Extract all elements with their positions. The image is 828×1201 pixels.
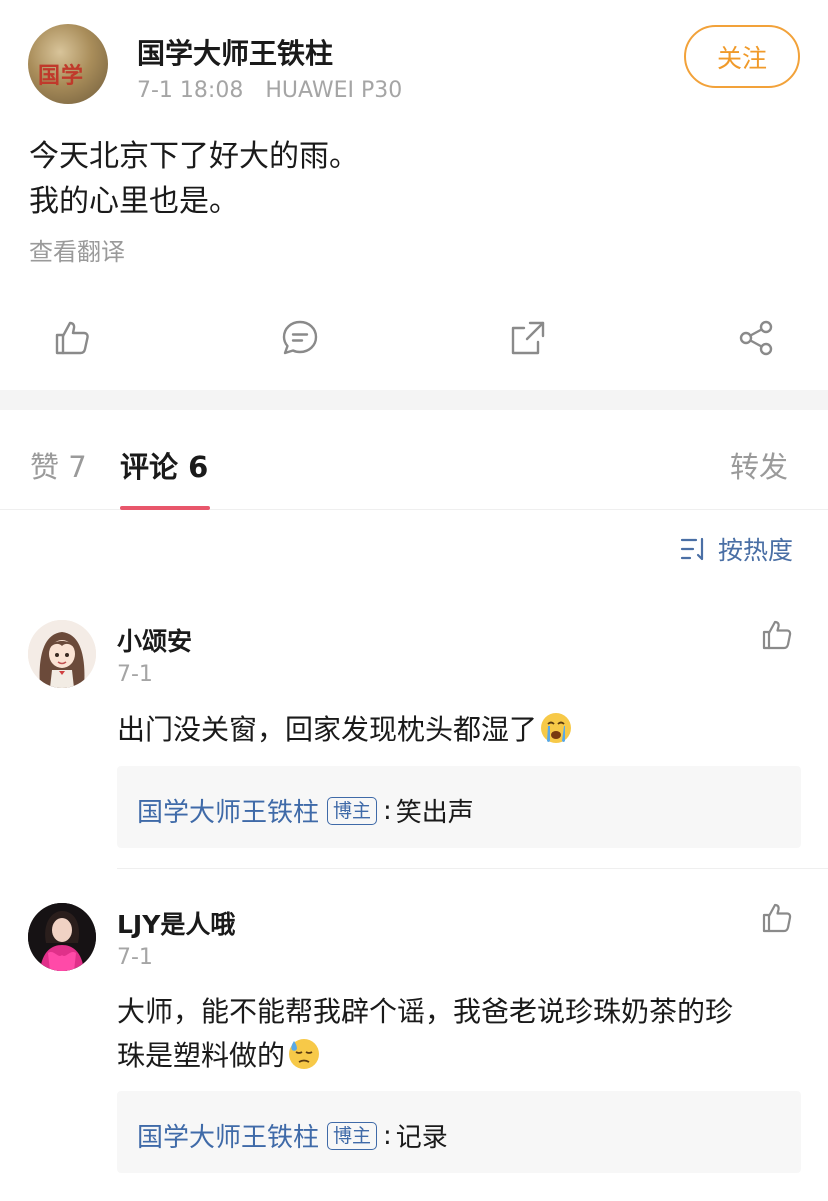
- commenter-name[interactable]: LJY是人哦: [117, 905, 235, 941]
- reply-author[interactable]: 国学大师王铁柱: [137, 1117, 319, 1154]
- comment-text-line: 珠是塑料做的: [117, 1034, 801, 1078]
- reply-text: 记录: [395, 1123, 448, 1153]
- interaction-tabs: 赞 7 评论 6 转发: [0, 410, 828, 510]
- commenter-name[interactable]: 小颂安: [117, 622, 192, 658]
- comment-text-line: 大师，能不能帮我辟个谣，我爸老说珍珠奶茶的珍: [117, 995, 734, 1028]
- sort-toggle[interactable]: 按热度: [680, 532, 793, 566]
- share-icon[interactable]: [736, 318, 776, 358]
- translate-link[interactable]: 查看翻译: [29, 232, 125, 267]
- comment-like-icon[interactable]: [760, 618, 794, 652]
- post-action-bar: [0, 308, 828, 372]
- author-name[interactable]: 国学大师王铁柱: [137, 32, 333, 72]
- comment-date: 7-1: [117, 945, 153, 970]
- active-tab-indicator: [120, 506, 210, 510]
- reply-author[interactable]: 国学大师王铁柱: [137, 792, 319, 829]
- repost-icon[interactable]: [508, 318, 548, 358]
- tab-reposts[interactable]: 转发: [730, 444, 788, 486]
- comment-text: 出门没关窗，回家发现枕头都湿了: [117, 708, 801, 752]
- profile-photo-icon: [28, 903, 96, 971]
- blogger-badge: 博主: [327, 796, 378, 825]
- post-meta: 7-1 18:08 HUAWEI P30: [137, 78, 402, 103]
- crying-face-emoji: [541, 713, 572, 743]
- avatar-seal: 国学: [38, 63, 85, 89]
- author-reply[interactable]: 国学大师王铁柱 博主 : 记录: [117, 1091, 801, 1173]
- tab-comments[interactable]: 评论 6: [120, 444, 208, 486]
- commenter-avatar[interactable]: [28, 903, 96, 971]
- section-divider: [0, 390, 828, 410]
- author-avatar[interactable]: 国学: [28, 24, 108, 104]
- reply-line: 国学大师王铁柱 博主 : 笑出声: [137, 792, 474, 829]
- reply-line: 国学大师王铁柱 博主 : 记录: [137, 1117, 448, 1154]
- author-reply[interactable]: 国学大师王铁柱 博主 : 笑出声: [117, 766, 801, 848]
- thumbs-up-icon[interactable]: [52, 318, 92, 358]
- post-header: 国学 国学大师王铁柱 7-1 18:08 HUAWEI P30 关注: [0, 0, 828, 120]
- follow-button[interactable]: 关注: [684, 25, 800, 88]
- anime-girl-avatar-icon: [28, 620, 96, 688]
- reply-colon: :: [383, 795, 392, 826]
- post-content: 今天北京下了好大的雨。 我的心里也是。: [29, 134, 799, 224]
- blogger-badge: 博主: [327, 1121, 378, 1150]
- post-date: 7-1 18:08: [137, 78, 244, 103]
- post-text-line: 今天北京下了好大的雨。: [29, 139, 359, 174]
- reply-text: 笑出声: [395, 798, 474, 828]
- comment-text-content: 珠是塑料做的: [117, 1039, 286, 1072]
- tab-likes[interactable]: 赞 7: [30, 444, 87, 486]
- commenter-avatar[interactable]: [28, 620, 96, 688]
- comment-date: 7-1: [117, 662, 153, 687]
- comment-text-content: 出门没关窗，回家发现枕头都湿了: [117, 713, 538, 746]
- comment-icon[interactable]: [280, 318, 320, 358]
- comment-separator: [117, 868, 828, 869]
- sweat-face-emoji: [289, 1039, 320, 1069]
- sort-label: 按热度: [718, 536, 794, 565]
- comment-text: 大师，能不能帮我辟个谣，我爸老说珍珠奶茶的珍 珠是塑料做的: [117, 990, 801, 1078]
- post-device: HUAWEI P30: [265, 78, 403, 103]
- sort-icon: [680, 537, 704, 561]
- comment-like-icon[interactable]: [760, 901, 794, 935]
- reply-colon: :: [383, 1120, 392, 1151]
- post-text-line: 我的心里也是。: [29, 184, 239, 219]
